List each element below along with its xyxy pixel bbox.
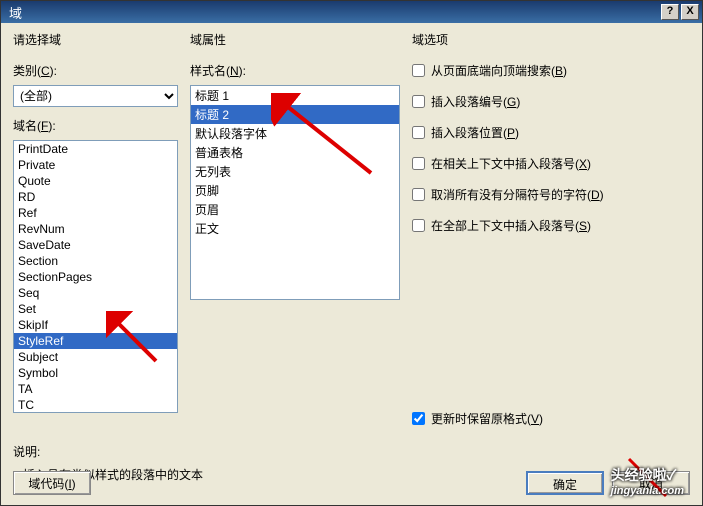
dialog-content: 请选择域 类别(C): (全部) 域名(F): PrintDatePrivate… — [1, 23, 702, 439]
list-item[interactable]: Private — [14, 157, 177, 173]
list-item[interactable]: 普通表格 — [191, 143, 399, 162]
list-item[interactable]: RevNum — [14, 221, 177, 237]
list-item[interactable]: RD — [14, 189, 177, 205]
list-item[interactable]: 标题 1 — [191, 86, 399, 105]
ok-button[interactable]: 确定 — [526, 471, 604, 495]
field-dialog: 域 ? X 请选择域 类别(C): (全部) 域名(F): PrintDateP… — [0, 0, 703, 506]
list-item[interactable]: Section — [14, 253, 177, 269]
field-options-label: 域选项 — [412, 31, 690, 48]
list-item[interactable]: Quote — [14, 173, 177, 189]
list-item[interactable]: SectionPages — [14, 269, 177, 285]
option-row: 插入段落编号(G) — [412, 93, 690, 110]
list-item[interactable]: TA — [14, 381, 177, 397]
list-item[interactable]: 标题 2 — [191, 105, 399, 124]
titlebar: 域 ? X — [1, 1, 702, 23]
list-item[interactable]: 正文 — [191, 219, 399, 238]
field-options-column: 域选项 从页面底端向顶端搜索(B) 插入段落编号(G) 插入段落位置(P) 在相关上下… — [412, 31, 690, 431]
dialog-title: 域 — [4, 3, 659, 22]
field-properties-column: 域属性 样式名(N): 标题 1标题 2默认段落字体普通表格无列表页脚页眉正文 — [190, 31, 400, 431]
stylename-label: 样式名(N): — [190, 62, 400, 79]
option-label: 取消所有没有分隔符号的字符(D) — [431, 186, 604, 203]
option-row: 在全部上下文中插入段落号(S) — [412, 217, 690, 234]
list-item[interactable]: Symbol — [14, 365, 177, 381]
list-item[interactable]: StyleRef — [14, 333, 177, 349]
fieldname-listbox[interactable]: PrintDatePrivateQuoteRDRefRevNumSaveDate… — [13, 140, 178, 413]
option-checkbox[interactable] — [412, 188, 425, 201]
preserve-format-row: 更新时保留原格式(V) — [412, 410, 690, 427]
category-label: 类别(C): — [13, 62, 178, 79]
close-button[interactable]: X — [681, 4, 699, 20]
list-item[interactable]: Ref — [14, 205, 177, 221]
cancel-button[interactable]: 取消 — [612, 471, 690, 495]
option-checkbox[interactable] — [412, 126, 425, 139]
category-dropdown[interactable]: (全部) — [13, 85, 178, 107]
list-item[interactable]: 默认段落字体 — [191, 124, 399, 143]
list-item[interactable]: 无列表 — [191, 162, 399, 181]
list-item[interactable]: SaveDate — [14, 237, 177, 253]
option-row: 从页面底端向顶端搜索(B) — [412, 62, 690, 79]
option-label: 插入段落位置(P) — [431, 124, 519, 141]
list-item[interactable]: 页眉 — [191, 200, 399, 219]
list-item[interactable]: SkipIf — [14, 317, 177, 333]
button-row: 域代码(I) 确定 取消 — [13, 471, 690, 495]
list-item[interactable]: PrintDate — [14, 141, 177, 157]
fieldname-label: 域名(F): — [13, 117, 178, 134]
option-label: 从页面底端向顶端搜索(B) — [431, 62, 567, 79]
description-label: 说明: — [13, 443, 702, 460]
list-item[interactable]: Set — [14, 301, 177, 317]
option-row: 在相关上下文中插入段落号(X) — [412, 155, 690, 172]
list-item[interactable]: Seq — [14, 285, 177, 301]
field-properties-label: 域属性 — [190, 31, 400, 48]
option-checkbox[interactable] — [412, 219, 425, 232]
option-checkbox[interactable] — [412, 95, 425, 108]
option-checkbox[interactable] — [412, 64, 425, 77]
option-row: 取消所有没有分隔符号的字符(D) — [412, 186, 690, 203]
list-item[interactable]: TC — [14, 397, 177, 413]
preserve-format-checkbox[interactable] — [412, 412, 425, 425]
list-item[interactable]: Subject — [14, 349, 177, 365]
stylename-listbox[interactable]: 标题 1标题 2默认段落字体普通表格无列表页脚页眉正文 — [190, 85, 400, 300]
field-codes-button[interactable]: 域代码(I) — [13, 471, 91, 495]
option-label: 插入段落编号(G) — [431, 93, 520, 110]
option-label: 在相关上下文中插入段落号(X) — [431, 155, 591, 172]
select-field-column: 请选择域 类别(C): (全部) 域名(F): PrintDatePrivate… — [13, 31, 178, 431]
option-label: 在全部上下文中插入段落号(S) — [431, 217, 591, 234]
list-item[interactable]: 页脚 — [191, 181, 399, 200]
select-field-label: 请选择域 — [13, 31, 178, 48]
option-row: 插入段落位置(P) — [412, 124, 690, 141]
help-button[interactable]: ? — [661, 4, 679, 20]
option-checkbox[interactable] — [412, 157, 425, 170]
preserve-format-label: 更新时保留原格式(V) — [431, 410, 543, 427]
